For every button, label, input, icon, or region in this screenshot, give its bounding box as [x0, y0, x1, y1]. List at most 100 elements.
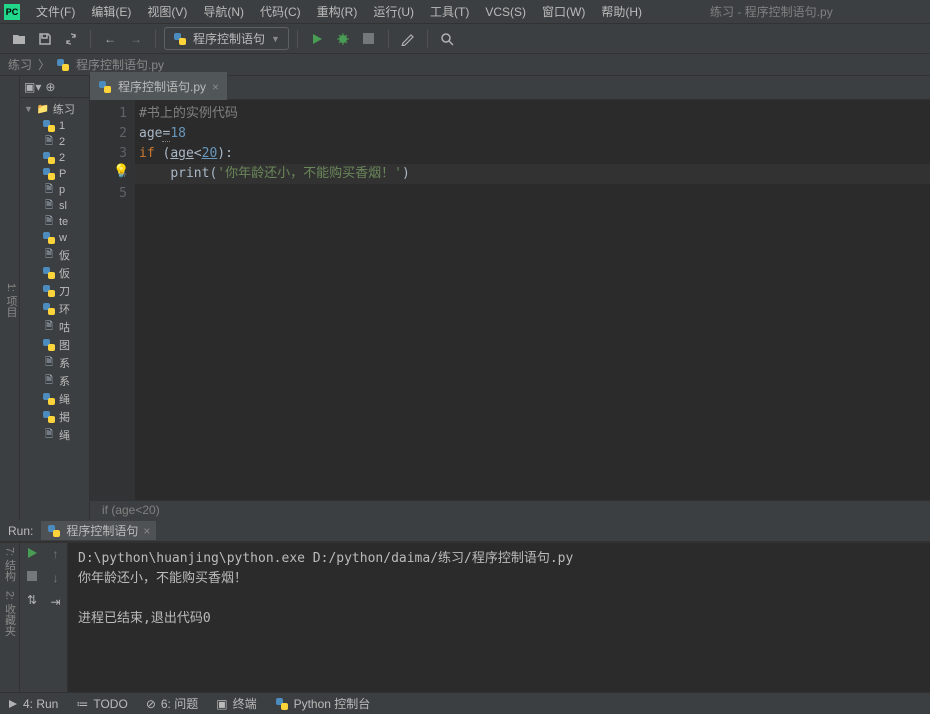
- code-ident: age: [139, 126, 162, 141]
- tree-label: p: [59, 184, 65, 196]
- menu-run[interactable]: 运行(U): [365, 3, 422, 20]
- tree-item[interactable]: 🗎仮: [20, 246, 89, 264]
- stop-button[interactable]: [358, 28, 380, 50]
- code-paren: ): [217, 146, 225, 161]
- editor[interactable]: 1 2 3 4 5 💡 #书上的实例代码 age=18 if (age<20):…: [90, 100, 930, 500]
- tree-item[interactable]: 1: [20, 118, 89, 134]
- open-button[interactable]: [8, 28, 30, 50]
- console-output[interactable]: D:\python\huanjing\python.exe D:/python/…: [68, 543, 930, 692]
- search-button[interactable]: [436, 28, 458, 50]
- close-icon[interactable]: ×: [212, 80, 219, 94]
- file-icon: 🗎: [42, 248, 56, 262]
- run-panel-header: Run: 程序控制语句 ×: [0, 520, 930, 542]
- layout-button[interactable]: ⇅: [27, 593, 37, 607]
- stop-button[interactable]: [27, 571, 37, 581]
- sidebar-structure-button[interactable]: 7: 结构: [2, 547, 18, 581]
- tree-label: 图: [59, 337, 70, 353]
- python-icon: [56, 58, 70, 72]
- run-config-dropdown[interactable]: 程序控制语句 ▼: [164, 27, 289, 50]
- bottom-problems-button[interactable]: ⊘ 6: 问题: [146, 695, 198, 712]
- tree-item[interactable]: 🗎te: [20, 214, 89, 230]
- menu-code[interactable]: 代码(C): [252, 3, 309, 20]
- project-tree[interactable]: ▼ 📁 练习 1🗎22P🗎p🗎sl🗎tew🗎仮仮刀环🗎咕图🗎系🗎系绳掲🗎绳: [20, 98, 89, 520]
- tree-label: 1: [59, 120, 65, 132]
- file-icon: 🗎: [42, 374, 56, 388]
- down-button[interactable]: ↓: [53, 571, 59, 585]
- menu-window[interactable]: 窗口(W): [534, 3, 593, 20]
- tree-item[interactable]: P: [20, 166, 89, 182]
- folder-icon: 📁: [36, 102, 50, 116]
- file-icon: 🗎: [42, 356, 56, 370]
- bottom-run-button[interactable]: 4: Run: [8, 697, 58, 711]
- forward-button[interactable]: →: [125, 28, 147, 50]
- bottom-todo-button[interactable]: ≔ TODO: [76, 697, 127, 711]
- menu-help[interactable]: 帮助(H): [593, 3, 650, 20]
- warning-icon: ⊘: [146, 697, 156, 711]
- tree-label: P: [59, 168, 66, 180]
- tree-item[interactable]: 🗎p: [20, 182, 89, 198]
- tree-item[interactable]: 环: [20, 300, 89, 318]
- line-number: 3: [94, 144, 127, 164]
- tree-item[interactable]: 🗎系: [20, 354, 89, 372]
- menu-tools[interactable]: 工具(T): [422, 3, 477, 20]
- sidebar-project-button[interactable]: 1: 项目: [3, 283, 19, 317]
- code-colon: :: [225, 146, 233, 161]
- tree-item[interactable]: 🗎2: [20, 134, 89, 150]
- target-icon[interactable]: ⊕: [45, 80, 55, 94]
- run-button[interactable]: [306, 28, 328, 50]
- up-button[interactable]: ↑: [53, 547, 59, 561]
- menu-edit[interactable]: 编辑(E): [83, 3, 139, 20]
- code-area[interactable]: 💡 #书上的实例代码 age=18 if (age<20): print('你年…: [135, 100, 930, 500]
- rerun-button[interactable]: [26, 547, 38, 559]
- tree-item[interactable]: 图: [20, 336, 89, 354]
- breadcrumb-root[interactable]: 练习: [8, 56, 32, 73]
- python-icon: [47, 524, 61, 538]
- bottom-pyconsole-button[interactable]: Python 控制台: [275, 695, 371, 712]
- code-comment: #书上的实例代码: [139, 106, 238, 121]
- lightbulb-icon[interactable]: 💡: [113, 162, 129, 182]
- python-icon: [42, 167, 56, 181]
- run-controls-2: ↑ ↓ ⇥: [44, 543, 68, 692]
- view-mode-icon[interactable]: ▣▾: [24, 80, 41, 94]
- file-icon: 🗎: [42, 215, 56, 229]
- bottom-terminal-button[interactable]: ▣ 终端: [216, 695, 256, 712]
- menu-view[interactable]: 视图(V): [139, 3, 195, 20]
- tree-item[interactable]: 掲: [20, 408, 89, 426]
- python-icon: [42, 302, 56, 316]
- tree-item[interactable]: 仮: [20, 264, 89, 282]
- settings-button[interactable]: [397, 28, 419, 50]
- back-button[interactable]: ←: [99, 28, 121, 50]
- tree-item[interactable]: 🗎咕: [20, 318, 89, 336]
- run-tab[interactable]: 程序控制语句 ×: [41, 521, 156, 540]
- python-icon: [42, 410, 56, 424]
- python-icon: [42, 151, 56, 165]
- editor-area: 程序控制语句.py × 1 2 3 4 5 💡 #书上的实例代码 age=18 …: [90, 76, 930, 520]
- editor-tab[interactable]: 程序控制语句.py ×: [90, 72, 227, 100]
- tree-root[interactable]: ▼ 📁 练习: [20, 100, 89, 118]
- console-line: D:\python\huanjing\python.exe D:/python/…: [78, 549, 920, 569]
- close-icon[interactable]: ×: [143, 524, 150, 538]
- sidebar-favorites-button[interactable]: 2: 收藏夹: [2, 591, 18, 636]
- tree-item[interactable]: 绳: [20, 390, 89, 408]
- tree-item[interactable]: 刀: [20, 282, 89, 300]
- debug-button[interactable]: [332, 28, 354, 50]
- tree-item[interactable]: 🗎sl: [20, 198, 89, 214]
- menu-vcs[interactable]: VCS(S): [477, 5, 534, 19]
- save-button[interactable]: [34, 28, 56, 50]
- tree-item[interactable]: 🗎绳: [20, 426, 89, 444]
- tree-item[interactable]: 🗎系: [20, 372, 89, 390]
- line-number: 5: [94, 184, 127, 204]
- sync-button[interactable]: [60, 28, 82, 50]
- menu-navigate[interactable]: 导航(N): [195, 3, 252, 20]
- menu-file[interactable]: 文件(F): [28, 3, 83, 20]
- chevron-right-icon: 〉: [38, 56, 50, 73]
- code-call: print: [170, 166, 209, 181]
- tree-label: 练习: [53, 101, 75, 117]
- tree-item[interactable]: w: [20, 230, 89, 246]
- soft-wrap-button[interactable]: ⇥: [50, 595, 60, 609]
- tree-item[interactable]: 2: [20, 150, 89, 166]
- menu-refactor[interactable]: 重构(R): [309, 3, 366, 20]
- breadcrumb-file[interactable]: 程序控制语句.py: [76, 56, 164, 73]
- file-icon: 🗎: [42, 135, 56, 149]
- python-icon: [98, 80, 112, 94]
